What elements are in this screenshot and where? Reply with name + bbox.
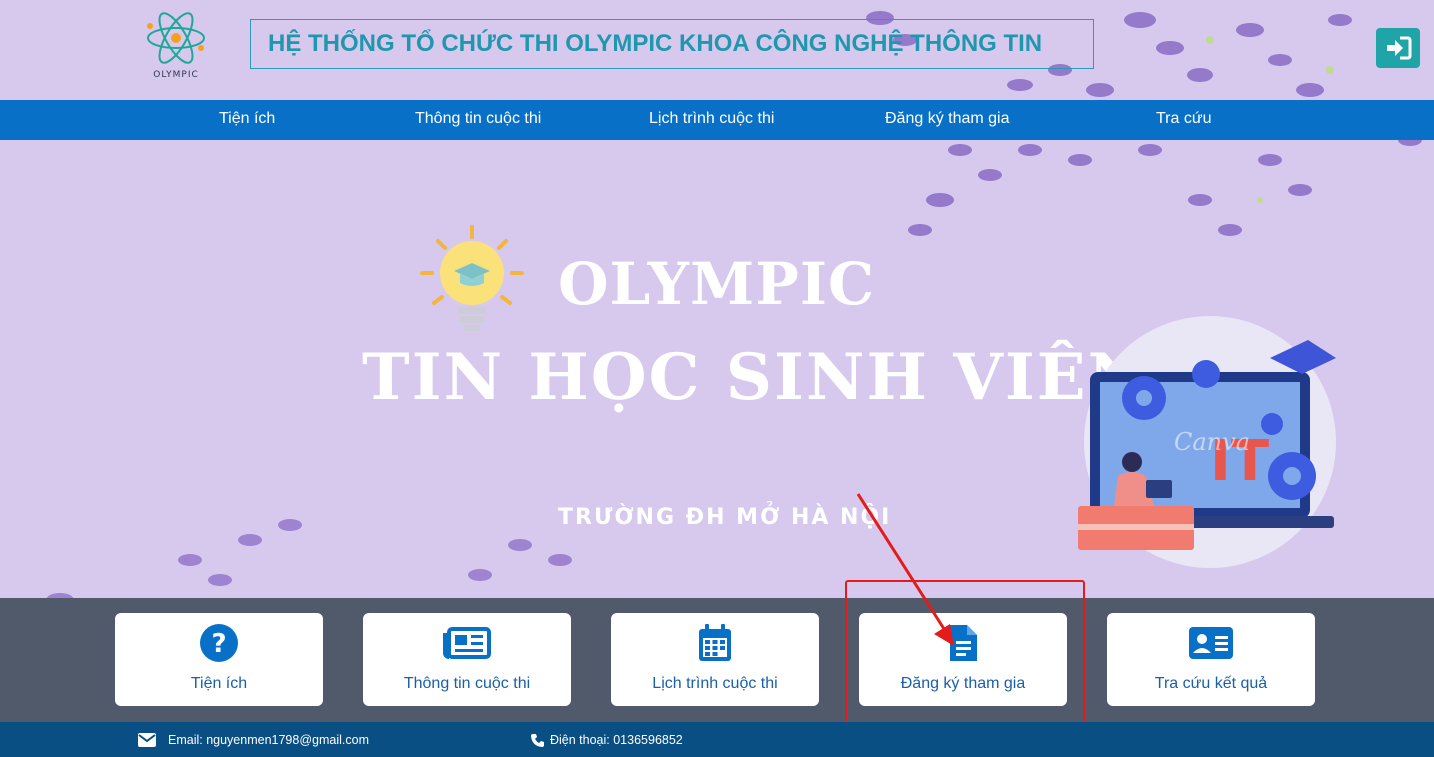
footer-email: Email: nguyenmen1798@gmail.com — [138, 733, 369, 747]
calendar-icon — [699, 624, 731, 661]
hero-subtitle: TRƯỜNG ĐH MỞ HÀ NỘI — [558, 505, 892, 530]
annotation-highlight-box — [845, 580, 1085, 725]
newspaper-icon — [443, 627, 491, 659]
phone-icon — [531, 733, 544, 747]
svg-text:?: ? — [211, 629, 226, 659]
footer-email-text: Email: nguyenmen1798@gmail.com — [168, 733, 369, 747]
hero-heading: OLYMPIC — [558, 250, 876, 318]
card-label: Tiện ích — [190, 675, 248, 692]
nav-item-tra-cuu[interactable]: Tra cứu — [1156, 100, 1211, 140]
card-label: Tra cứu kết quả — [1154, 675, 1268, 692]
login-button[interactable] — [1376, 28, 1420, 68]
logo-text: OLYMPIC — [153, 70, 199, 80]
svg-text:IT: IT — [1210, 429, 1269, 494]
svg-text:Canva: Canva — [1174, 428, 1250, 456]
sign-in-icon — [1387, 36, 1412, 60]
hero-title: TIN HỌC SINH VIÊN — [362, 340, 1149, 415]
footer-phone-text: Điện thoại: 0136596852 — [550, 733, 683, 747]
card-lich-trinh[interactable]: Lịch trình cuộc thi — [611, 613, 819, 706]
page-title: HỆ THỐNG TỔ CHỨC THI OLYMPIC KHOA CÔNG N… — [250, 19, 1094, 69]
id-card-icon — [1189, 627, 1233, 659]
question-circle-icon: ? — [200, 624, 238, 662]
footer-phone: Điện thoại: 0136596852 — [531, 733, 683, 747]
card-label: Thông tin cuộc thi — [403, 675, 531, 692]
nav-item-dang-ky[interactable]: Đăng ký tham gia — [885, 100, 1010, 140]
header: OLYMPIC HỆ THỐNG TỔ CHỨC THI OLYMPIC KHO… — [0, 0, 1434, 100]
logo[interactable]: OLYMPIC — [138, 4, 214, 86]
card-tra-cuu[interactable]: Tra cứu kết quả — [1107, 613, 1315, 706]
nav-item-tien-ich[interactable]: Tiện ích — [219, 100, 275, 140]
card-label: Lịch trình cuộc thi — [652, 675, 778, 692]
lightbulb-icon — [420, 225, 524, 331]
envelope-icon — [138, 733, 156, 747]
nav-item-lich-trinh[interactable]: Lịch trình cuộc thi — [649, 100, 774, 140]
atom-icon — [147, 12, 205, 64]
card-thong-tin[interactable]: Thông tin cuộc thi — [363, 613, 571, 706]
nav-item-thong-tin[interactable]: Thông tin cuộc thi — [415, 100, 541, 140]
card-tien-ich[interactable]: ? Tiện ích — [115, 613, 323, 706]
footer: Email: nguyenmen1798@gmail.com Điện thoạ… — [0, 722, 1434, 757]
main-nav: Tiện ích Thông tin cuộc thi Lịch trình c… — [0, 100, 1434, 140]
